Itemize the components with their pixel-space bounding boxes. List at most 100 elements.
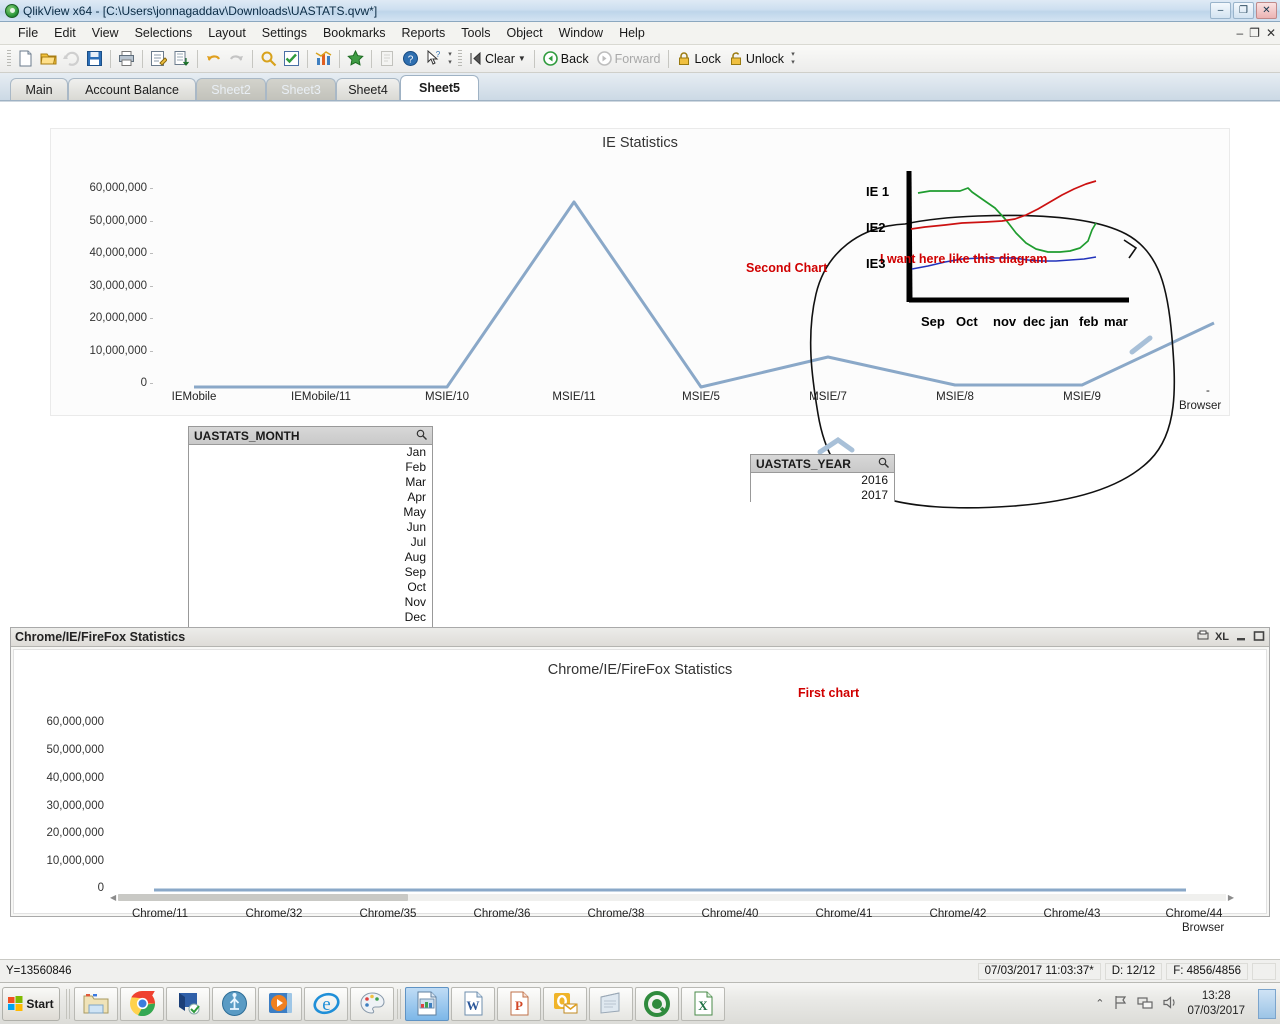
chart-icon[interactable]	[312, 47, 335, 70]
list-item[interactable]: 2017	[751, 488, 894, 503]
minimize-icon[interactable]	[1235, 630, 1247, 645]
chevron-down-icon[interactable]: ▼	[518, 54, 526, 63]
notes-icon[interactable]	[376, 47, 399, 70]
list-item[interactable]: May	[189, 505, 432, 520]
restore-button[interactable]: ❐	[1233, 2, 1254, 19]
chart-chrome-ie-firefox[interactable]: Chrome/IE/FireFox Statistics First chart…	[13, 649, 1267, 934]
list-item[interactable]: Sep	[189, 565, 432, 580]
list-item[interactable]: Oct	[189, 580, 432, 595]
media-player-icon[interactable]	[258, 986, 302, 1021]
chevron-up-icon[interactable]: ⌃	[1095, 997, 1104, 1010]
favorite-icon[interactable]	[344, 47, 367, 70]
menu-layout[interactable]: Layout	[200, 24, 254, 42]
edit-script-icon[interactable]	[147, 47, 170, 70]
list-item[interactable]: Mar	[189, 475, 432, 490]
internet-explorer-icon[interactable]: e	[304, 986, 348, 1021]
menu-tools[interactable]: Tools	[453, 24, 498, 42]
clear-button[interactable]: Clear ▼	[465, 50, 530, 68]
redo-icon[interactable]	[225, 47, 248, 70]
paint-icon[interactable]	[350, 986, 394, 1021]
list-item[interactable]: Apr	[189, 490, 432, 505]
print-icon[interactable]	[115, 47, 138, 70]
action-center-icon[interactable]	[1113, 995, 1128, 1013]
menu-view[interactable]: View	[84, 24, 127, 42]
magnifier-icon[interactable]	[416, 429, 427, 443]
scrollbar-thumb[interactable]	[118, 893, 409, 901]
close-button[interactable]: ✕	[1256, 2, 1277, 19]
maximize-icon[interactable]	[1253, 630, 1265, 645]
show-desktop-icon[interactable]	[1258, 988, 1276, 1019]
ms-powerpoint-icon[interactable]: P	[497, 986, 541, 1021]
ms-excel-icon[interactable]: X	[681, 986, 725, 1021]
save-icon[interactable]	[83, 47, 106, 70]
chart-ie-statistics[interactable]: IE Statistics 60,000,000 50,000,000 40,0…	[50, 128, 1230, 416]
notepad-icon[interactable]	[589, 986, 633, 1021]
export-icon[interactable]	[1197, 630, 1209, 645]
inner-close-button[interactable]: ✕	[1266, 26, 1276, 40]
listbox-year-items[interactable]: 2016 2017	[751, 473, 894, 503]
undo-icon[interactable]	[202, 47, 225, 70]
selection-toolbar-overflow-button[interactable]: ▾ ▾	[788, 51, 798, 66]
panel-title-bar[interactable]: Chrome/IE/FireFox Statistics XL	[11, 628, 1269, 647]
start-button[interactable]: Start	[2, 986, 60, 1021]
toolbar-grip[interactable]	[7, 49, 11, 68]
panel-chrome-ie-firefox-statistics[interactable]: Chrome/IE/FireFox Statistics XL Chrome/I…	[10, 627, 1270, 934]
ms-word-icon[interactable]: W	[451, 986, 495, 1021]
context-help-icon[interactable]: ?	[422, 47, 445, 70]
lock-button[interactable]: Lock	[673, 50, 724, 68]
search-icon[interactable]	[257, 47, 280, 70]
tray-clock[interactable]: 13:28 07/03/2017	[1187, 989, 1245, 1018]
scroll-left-arrow[interactable]: ◀	[110, 893, 116, 902]
listbox-uastats-year[interactable]: UASTATS_YEAR 2016 2017	[750, 454, 895, 503]
menu-help[interactable]: Help	[611, 24, 653, 42]
minimize-button[interactable]: –	[1210, 2, 1231, 19]
file-explorer-icon[interactable]	[74, 986, 118, 1021]
scroll-right-arrow[interactable]: ▶	[1228, 893, 1234, 902]
ms-outlook-icon[interactable]	[543, 986, 587, 1021]
menu-edit[interactable]: Edit	[46, 24, 84, 42]
table-viewer-icon[interactable]	[170, 47, 193, 70]
magnifier-icon[interactable]	[878, 457, 889, 471]
qlikview-icon[interactable]	[635, 986, 679, 1021]
remote-desktop-icon[interactable]	[166, 986, 210, 1021]
new-document-icon[interactable]	[14, 47, 37, 70]
menu-object[interactable]: Object	[498, 24, 550, 42]
back-button[interactable]: Back	[539, 49, 593, 68]
qlikview-document-icon[interactable]	[405, 986, 449, 1021]
open-folder-icon[interactable]	[37, 47, 60, 70]
list-item[interactable]: Jul	[189, 535, 432, 550]
menu-selections[interactable]: Selections	[127, 24, 201, 42]
inner-restore-button[interactable]: ❐	[1249, 26, 1260, 40]
list-item[interactable]: Aug	[189, 550, 432, 565]
sheet-tab-sheet4[interactable]: Sheet4	[336, 78, 400, 100]
selection-toolbar-grip[interactable]	[458, 49, 462, 68]
database-icon[interactable]	[212, 986, 256, 1021]
list-item[interactable]: 2016	[751, 473, 894, 488]
google-chrome-icon[interactable]	[120, 986, 164, 1021]
menu-bookmarks[interactable]: Bookmarks	[315, 24, 394, 42]
toolbar-overflow-button[interactable]: ▾ ▾	[445, 51, 455, 66]
list-item[interactable]: Jan	[189, 445, 432, 460]
menu-reports[interactable]: Reports	[394, 24, 454, 42]
export-to-excel-label[interactable]: XL	[1215, 631, 1229, 643]
volume-icon[interactable]	[1162, 995, 1178, 1013]
sheet-tab-main[interactable]: Main	[10, 78, 68, 100]
list-item[interactable]: Feb	[189, 460, 432, 475]
list-item[interactable]: Nov	[189, 595, 432, 610]
sheet-tab-sheet3[interactable]: Sheet3	[266, 78, 336, 100]
listbox-uastats-month[interactable]: UASTATS_MONTH Jan Feb Mar Apr May Jun Ju…	[188, 426, 433, 631]
list-item[interactable]: Dec	[189, 610, 432, 625]
inner-minimize-button[interactable]: –	[1236, 26, 1243, 40]
unlock-button[interactable]: Unlock	[725, 50, 788, 68]
sheet-tab-account-balance[interactable]: Account Balance	[68, 78, 196, 100]
reload-icon[interactable]	[60, 47, 83, 70]
menu-window[interactable]: Window	[551, 24, 611, 42]
chart-horizontal-scrollbar[interactable]: ◀ ▶	[110, 892, 1234, 902]
current-selections-icon[interactable]	[280, 47, 303, 70]
list-item[interactable]: Jun	[189, 520, 432, 535]
sheet-tab-sheet5[interactable]: Sheet5	[400, 75, 479, 100]
help-icon[interactable]: ?	[399, 47, 422, 70]
sheet-tab-sheet2[interactable]: Sheet2	[196, 78, 266, 100]
menu-file[interactable]: File	[10, 24, 46, 42]
network-icon[interactable]	[1137, 995, 1154, 1013]
